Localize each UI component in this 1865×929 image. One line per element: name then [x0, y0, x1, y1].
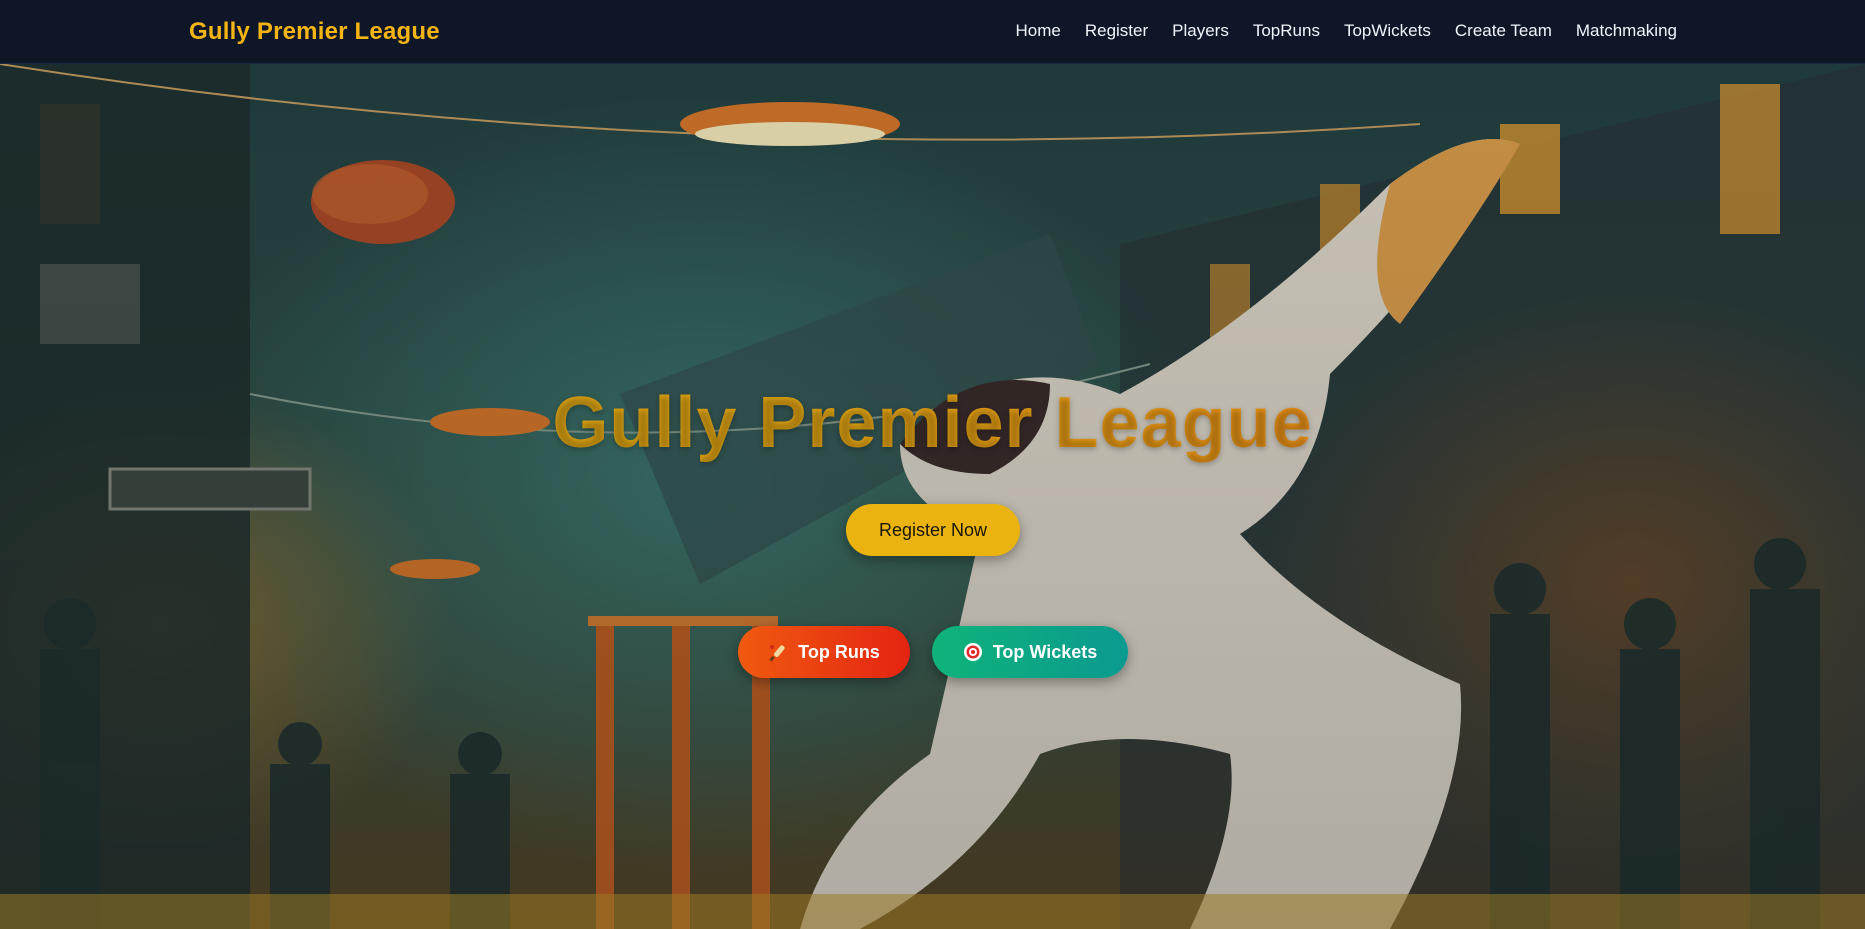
top-wickets-button[interactable]: Top Wickets: [932, 626, 1128, 678]
cricket-bat-icon: [768, 642, 788, 662]
hero-title: Gully Premier League: [0, 382, 1865, 464]
navbar: Gully Premier League Home Register Playe…: [0, 0, 1865, 64]
nav-topruns[interactable]: TopRuns: [1253, 21, 1320, 41]
target-icon: [963, 642, 983, 662]
nav-players[interactable]: Players: [1172, 21, 1229, 41]
top-runs-button[interactable]: Top Runs: [738, 626, 910, 678]
hero-section: Gully Premier League Register Now Top Ru…: [0, 64, 1865, 929]
brand-logo[interactable]: Gully Premier League: [189, 18, 440, 46]
hero-overlay: [0, 64, 1865, 929]
nav-matchmaking[interactable]: Matchmaking: [1576, 21, 1677, 41]
nav-create-team[interactable]: Create Team: [1455, 21, 1552, 41]
register-now-button[interactable]: Register Now: [846, 504, 1020, 556]
register-now-label: Register Now: [878, 519, 988, 540]
top-runs-label: Top Runs: [798, 641, 880, 662]
nav-links: Home Register Players TopRuns TopWickets…: [991, 21, 1677, 41]
top-wickets-label: Top Wickets: [992, 641, 1098, 662]
nav-register[interactable]: Register: [1085, 21, 1148, 41]
nav-home[interactable]: Home: [1015, 21, 1060, 41]
nav-topwickets[interactable]: TopWickets: [1344, 21, 1431, 41]
